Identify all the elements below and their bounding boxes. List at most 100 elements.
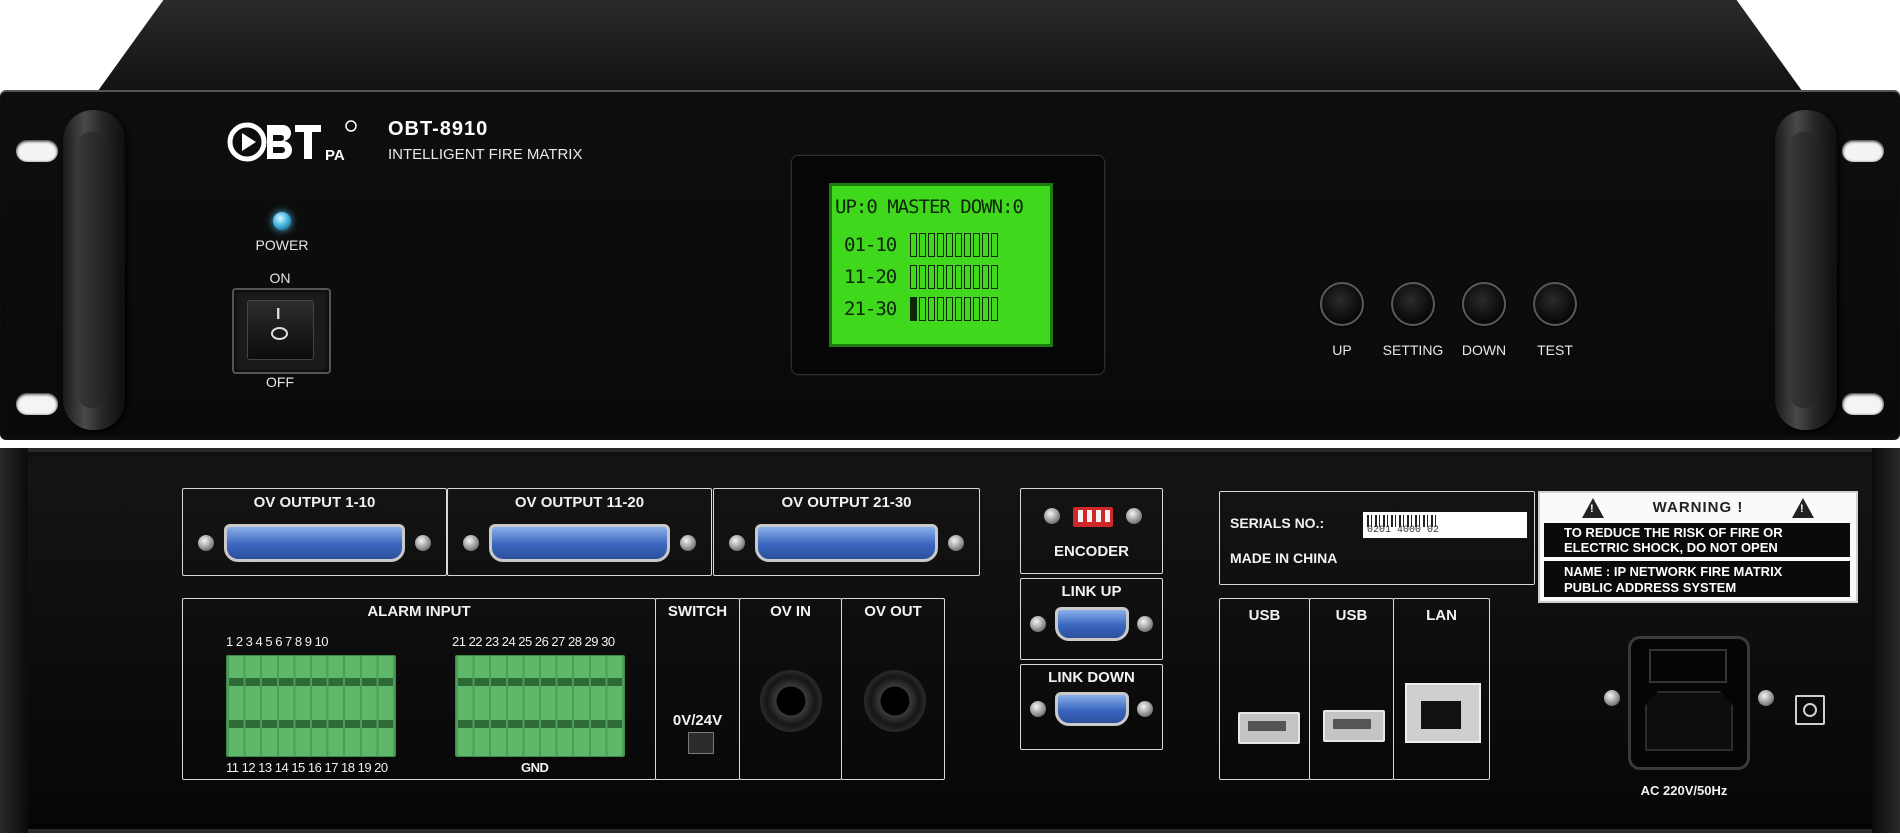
ov-output-port[interactable] (489, 524, 670, 562)
lcd-row-cells (910, 297, 998, 321)
model-name: OBT-8910 (388, 118, 489, 140)
ov-in-label: OV IN (770, 603, 811, 620)
switch-on-label: ON (269, 270, 291, 286)
lcd-cell (991, 297, 998, 321)
screw-icon (1137, 701, 1153, 717)
front-button-setting[interactable] (1391, 282, 1435, 326)
encoder-dip-switch[interactable] (1073, 507, 1113, 527)
link-down-port[interactable] (1055, 692, 1129, 726)
lcd-cell (946, 297, 953, 321)
lcd-row-label: 01-10 (844, 234, 897, 256)
rack-handle-left (63, 110, 125, 430)
alarm-gnd-label: GND (521, 760, 549, 775)
screw-icon (680, 535, 696, 551)
screw-icon (198, 535, 214, 551)
screw-icon (1126, 508, 1142, 524)
lcd-cell (937, 233, 944, 257)
lcd-cell (928, 265, 935, 289)
ov-output-port[interactable] (755, 524, 938, 562)
screw-icon (729, 535, 745, 551)
ov-output-label: OV OUTPUT 11-20 (514, 494, 645, 511)
brand-suffix: PA (325, 147, 345, 164)
alarm-terminal-21-30[interactable] (455, 655, 625, 757)
screw-icon (1030, 701, 1046, 717)
power-led-icon (273, 212, 291, 230)
ov-out-jack[interactable] (864, 670, 926, 732)
lcd-row-label: 11-20 (844, 266, 897, 288)
lcd-cell (982, 297, 989, 321)
encoder-label: ENCODER (1053, 543, 1129, 560)
usb-2-box (1309, 598, 1394, 780)
warning-line-1: TO REDUCE THE RISK OF FIRE OR (1564, 525, 1783, 540)
lcd-cell (982, 233, 989, 257)
screw-icon (415, 535, 431, 551)
lcd-cell (946, 233, 953, 257)
power-inlet[interactable] (1628, 636, 1750, 770)
fuse-holder (1649, 649, 1727, 683)
ov-out-label: OV OUT (864, 603, 922, 620)
lcd-screen: UP:0 MASTER DOWN:0 01-10 11-20 21-30 (829, 183, 1053, 347)
lcd-cell (964, 265, 971, 289)
ov-in-jack[interactable] (760, 670, 822, 732)
name-line-1: NAME : IP NETWORK FIRE MATRIX (1564, 564, 1783, 579)
screw-icon (1030, 616, 1046, 632)
power-switch[interactable]: I (232, 288, 331, 374)
voltage-switch[interactable] (688, 732, 714, 754)
lcd-cell (937, 265, 944, 289)
power-label: POWER (255, 237, 309, 253)
lcd-row-cells (910, 265, 998, 289)
usb-1-port[interactable] (1238, 712, 1300, 744)
rocker-on-mark: I (276, 306, 281, 323)
front-button-test[interactable] (1533, 282, 1577, 326)
model-description: INTELLIGENT FIRE MATRIX (388, 146, 583, 163)
front-button-down[interactable] (1462, 282, 1506, 326)
screw-icon (1758, 690, 1774, 706)
rear-side-right (1872, 448, 1900, 833)
link-up-label: LINK UP (1061, 583, 1122, 600)
switch-value: 0V/24V (672, 712, 723, 729)
screw-icon (948, 535, 964, 551)
warning-label: WARNING ! TO REDUCE THE RISK OF FIRE OR … (1538, 491, 1858, 603)
rack-ear-hole (1842, 140, 1884, 162)
screw-icon (1044, 508, 1060, 524)
power-rocker[interactable]: I (247, 300, 314, 360)
shock-triangle-icon (1792, 498, 1814, 518)
switch-off-label: OFF (266, 374, 294, 390)
name-band: NAME : IP NETWORK FIRE MATRIX PUBLIC ADD… (1544, 561, 1850, 597)
rack-handle-right (1775, 110, 1837, 430)
lcd-bezel: UP:0 MASTER DOWN:0 01-10 11-20 21-30 (792, 156, 1104, 374)
usb-2-port[interactable] (1323, 710, 1385, 742)
alarm-terminal-1-20[interactable] (226, 655, 396, 757)
ground-terminal-icon (1795, 695, 1825, 725)
front-button-up[interactable] (1320, 282, 1364, 326)
lcd-cell (910, 233, 917, 257)
rack-ear-hole (16, 140, 58, 162)
switch-label: SWITCH (667, 603, 728, 620)
front-chassis-top (95, 0, 1805, 95)
lcd-cell (937, 297, 944, 321)
usb-2-label: USB (1335, 607, 1368, 624)
brand-logo: PA (225, 118, 365, 166)
lcd-cell (946, 265, 953, 289)
warning-line-2: ELECTRIC SHOCK, DO NOT OPEN (1564, 540, 1778, 555)
lcd-cell (919, 233, 926, 257)
lcd-header: UP:0 MASTER DOWN:0 (835, 196, 1024, 218)
lcd-cell (928, 233, 935, 257)
lcd-cell (973, 265, 980, 289)
lan-label: LAN (1426, 607, 1457, 624)
usb-1-label: USB (1248, 607, 1281, 624)
alarm-pin-numbers-bottom-left: 11 12 13 14 15 16 17 18 19 20 (226, 760, 388, 775)
lan-port[interactable] (1405, 683, 1481, 743)
serial-box (1219, 491, 1535, 585)
lcd-cell (955, 297, 962, 321)
link-up-port[interactable] (1055, 607, 1129, 641)
front-button-label: TEST (1537, 342, 1573, 358)
screw-icon (1604, 690, 1620, 706)
made-in-label: MADE IN CHINA (1230, 550, 1338, 566)
ov-output-port[interactable] (224, 524, 405, 562)
power-socket (1645, 691, 1733, 751)
lcd-row-label: 21-30 (844, 298, 897, 320)
rack-ear-hole (1842, 393, 1884, 415)
power-rating-label: AC 220V/50Hz (1640, 783, 1728, 798)
lcd-cell (982, 265, 989, 289)
